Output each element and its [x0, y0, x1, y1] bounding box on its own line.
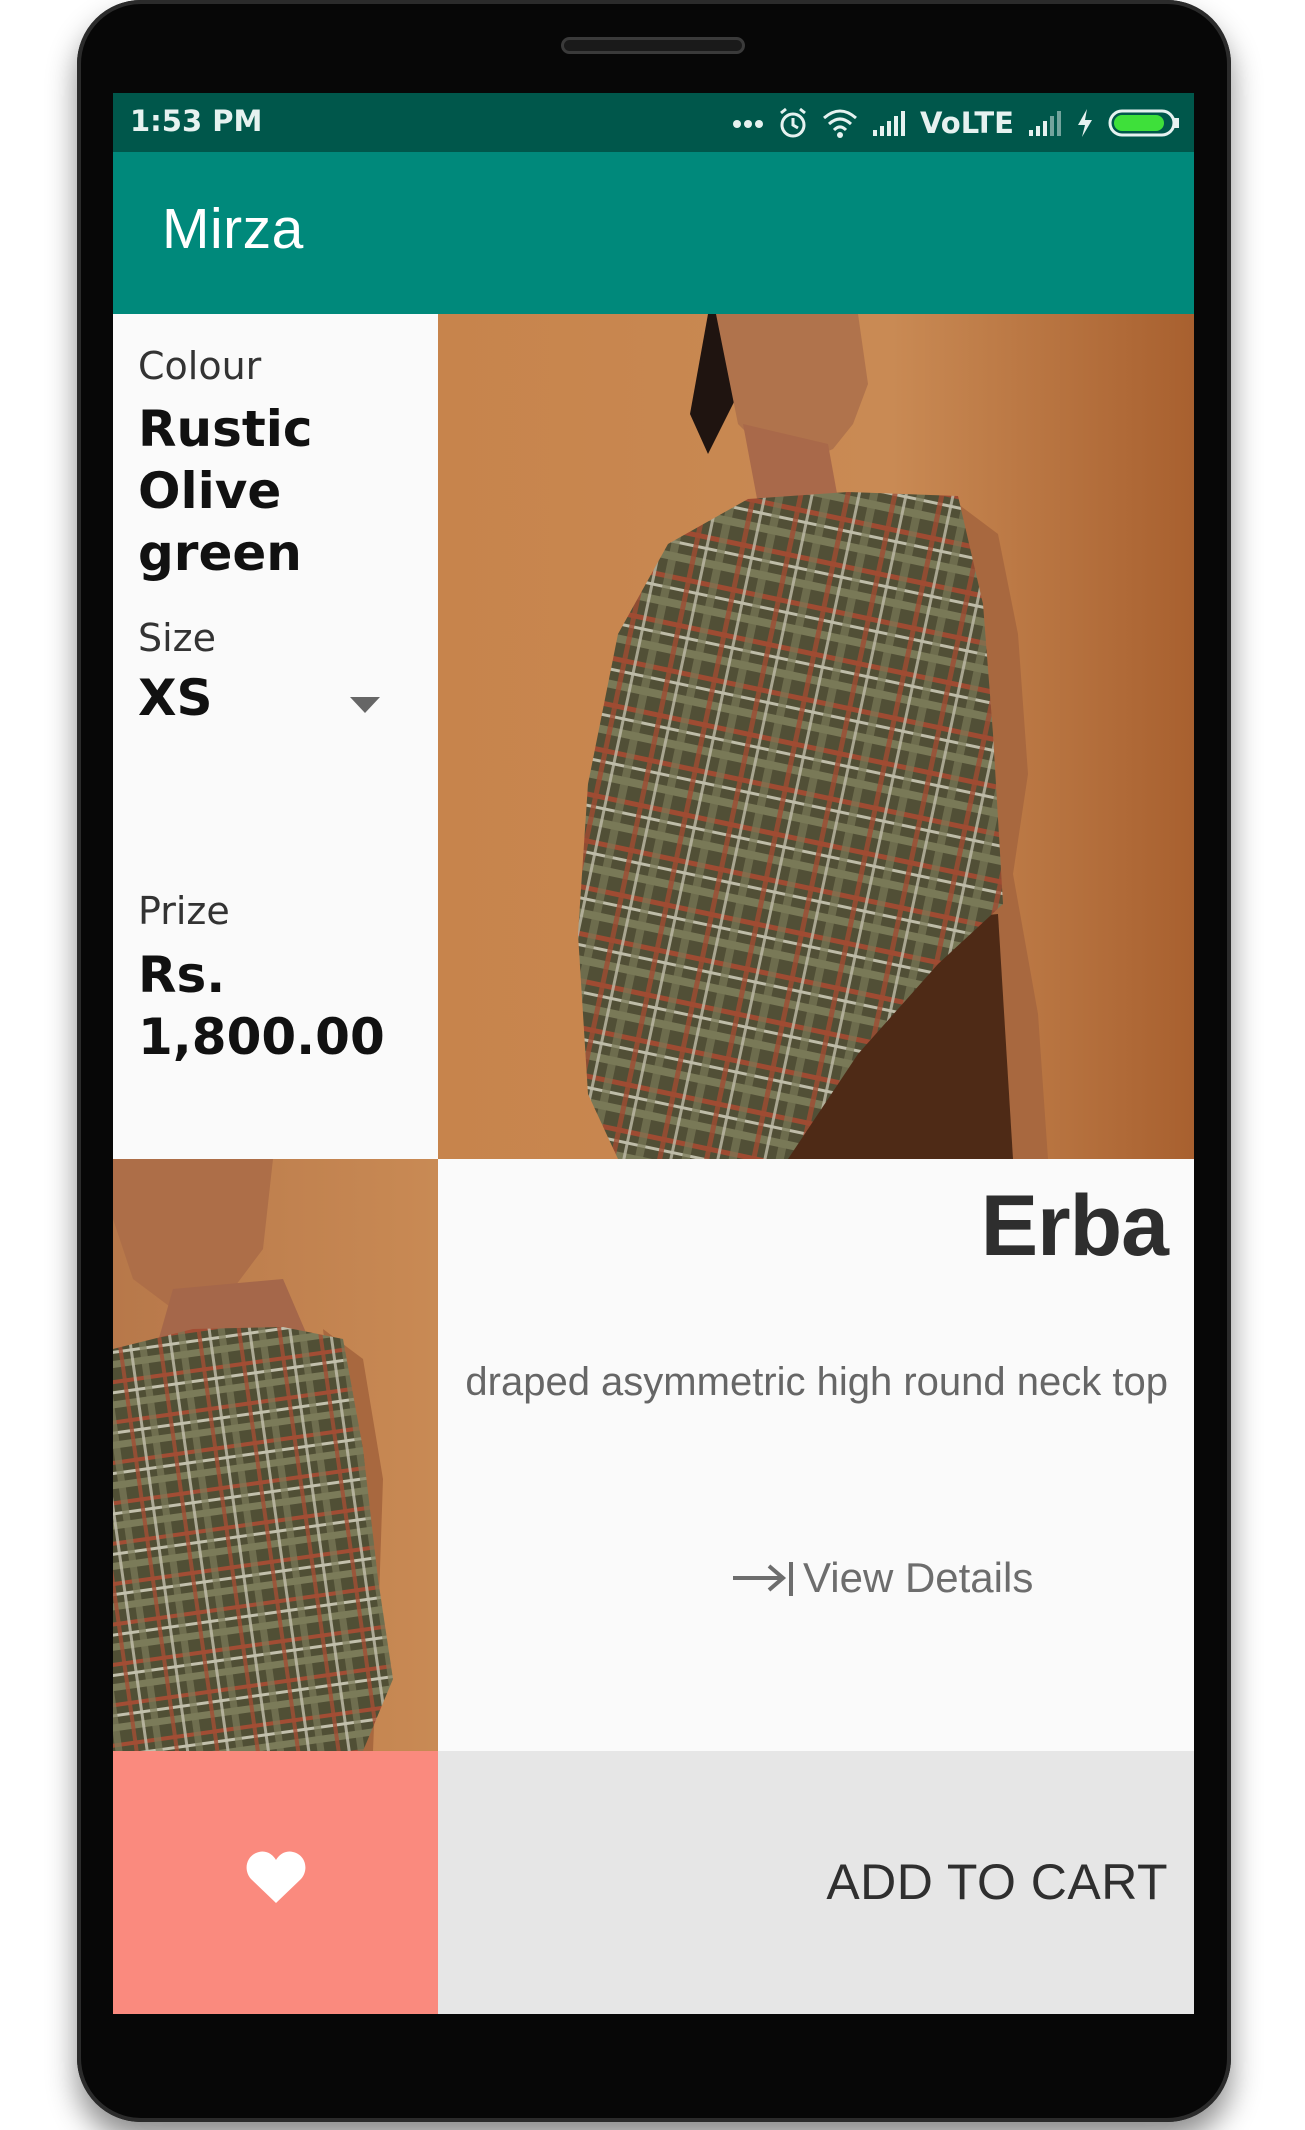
add-to-cart-button[interactable]: ADD TO CART [438, 1751, 1194, 2014]
status-bar: 1:53 PM VoLTE [113, 93, 1194, 152]
add-to-cart-label: ADD TO CART [826, 1854, 1168, 1910]
product-name: Erba [980, 1178, 1169, 1274]
signal-icon [1028, 110, 1062, 136]
view-details-link[interactable]: View Details [731, 1554, 1033, 1602]
app-title: Mirza [162, 197, 304, 261]
price-label: Prize [138, 889, 230, 933]
chevron-down-icon [350, 697, 380, 713]
product-photo-detail [113, 1159, 438, 1751]
colour-value: Rustic Olive green [138, 400, 313, 582]
product-description: draped asymmetric high round neck top [465, 1360, 1168, 1404]
favorite-button[interactable] [113, 1751, 438, 2014]
size-dropdown[interactable]: XS [113, 659, 413, 739]
phone-speaker [561, 37, 745, 54]
network-type-label: VoLTE [919, 106, 1014, 140]
alarm-icon [778, 107, 808, 139]
status-time: 1:53 PM [130, 104, 263, 138]
heart-icon [246, 1851, 306, 1903]
signal-icon [872, 110, 906, 136]
product-photo-main [438, 314, 1194, 1159]
battery-icon [1108, 109, 1180, 137]
view-details-label: View Details [803, 1554, 1034, 1601]
charging-icon [1076, 108, 1094, 138]
size-value: XS [138, 669, 213, 727]
more-dots-icon [732, 117, 764, 129]
arrow-to-bar-icon [733, 1562, 793, 1596]
product-info-panel: Colour Rustic Olive green Size XS Prize … [113, 314, 438, 1159]
status-icons: VoLTE [732, 102, 1180, 144]
colour-label: Colour [138, 344, 262, 388]
size-label: Size [138, 616, 217, 660]
app-screen: 1:53 PM VoLTE Mirza Colour Rustic Olive … [113, 93, 1194, 2014]
wifi-icon [822, 108, 858, 138]
product-details-panel: Erba draped asymmetric high round neck t… [438, 1159, 1194, 1751]
app-bar: Mirza [113, 152, 1194, 314]
price-value: Rs. 1,800.00 [138, 946, 385, 1066]
